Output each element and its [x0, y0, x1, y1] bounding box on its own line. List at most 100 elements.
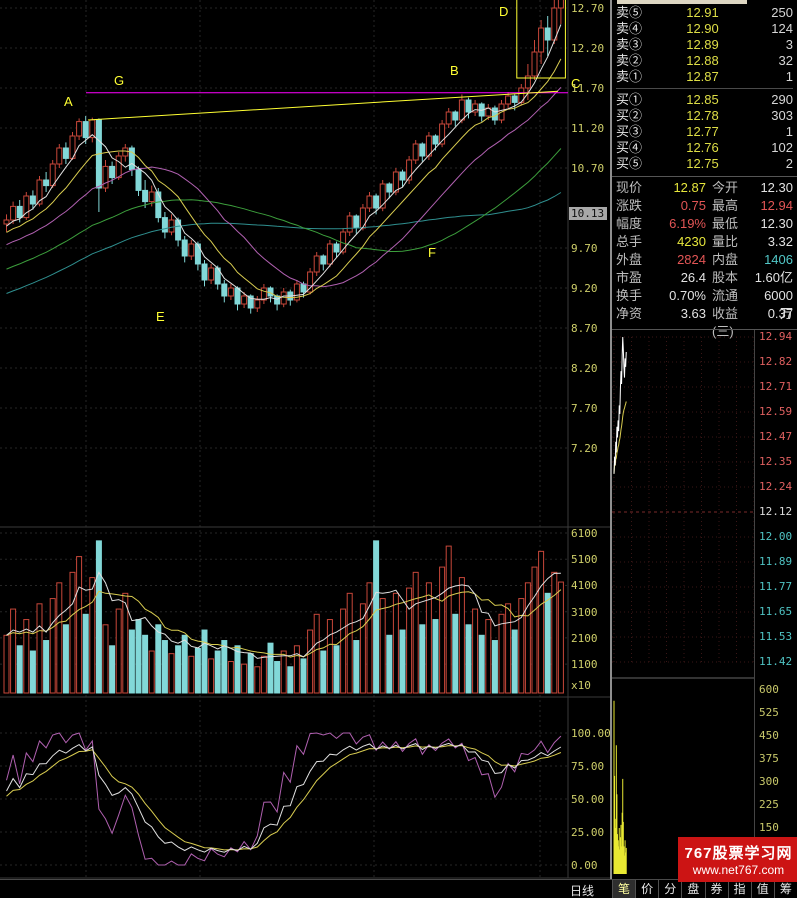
- tab-zhi[interactable]: 指: [728, 880, 751, 898]
- stat-value: 2824: [656, 251, 706, 269]
- bid1-qty: 290: [749, 92, 793, 108]
- watermark: 767股票学习网 www.net767.com: [678, 837, 797, 882]
- svg-text:B: B: [450, 63, 459, 78]
- ask2-label: 卖②: [616, 53, 656, 69]
- stat-value: 0.37: [754, 305, 793, 323]
- stat-label: 流通: [712, 287, 754, 305]
- axis-tick-label: 4100: [571, 579, 609, 592]
- stat-label: 收益(三): [712, 305, 754, 323]
- bid4-price: 12.76: [656, 140, 749, 156]
- stat-label: 净资: [616, 305, 656, 323]
- bid2-price: 12.78: [656, 108, 749, 124]
- tab-chou[interactable]: 筹: [774, 880, 797, 898]
- watermark-site-name: 767股票学习网: [684, 842, 792, 863]
- ask1-label: 卖①: [616, 69, 656, 85]
- stat-value: 6000万: [754, 287, 793, 305]
- minute-axis-tick-label: 150: [759, 821, 797, 834]
- stat-label: 现价: [616, 179, 656, 197]
- tab-pan[interactable]: 盘: [681, 880, 704, 898]
- ask1-price: 12.87: [656, 69, 749, 85]
- ask2-qty: 32: [749, 53, 793, 69]
- stat-value: 3.63: [656, 305, 706, 323]
- ask-row-3: 卖③ 12.89 3: [616, 37, 793, 53]
- stat-label: 涨跌: [616, 197, 656, 215]
- tab-quan[interactable]: 券: [705, 880, 728, 898]
- bid2-qty: 303: [749, 108, 793, 124]
- ask3-price: 12.89: [656, 37, 749, 53]
- svg-text:D: D: [499, 4, 508, 19]
- minute-axis-tick-label: 12.59: [759, 405, 797, 418]
- order-book: 卖⑤ 12.91 250 卖④ 12.90 124 卖③ 12.89 3 卖② …: [612, 5, 797, 172]
- daily-chart-area[interactable]: AGBCDEF: [0, 0, 612, 880]
- svg-text:A: A: [64, 94, 73, 109]
- kline-volume-kdj-chart[interactable]: AGBCDEF: [0, 0, 612, 880]
- bid1-price: 12.85: [656, 92, 749, 108]
- bid5-qty: 2: [749, 156, 793, 172]
- axis-tick-label: 8.70: [571, 322, 609, 335]
- minute-axis-tick-label: 12.94: [759, 330, 797, 343]
- minute-price-volume-chart[interactable]: [612, 330, 755, 878]
- bid1-label: 买①: [616, 92, 656, 108]
- stock-terminal-window: AGBCDEF 12.7012.2011.7011.2010.709.709.2…: [0, 0, 797, 898]
- axis-tick-label: 1100: [571, 658, 609, 671]
- stats-row: 净资3.63 收益(三)0.37: [616, 305, 793, 323]
- axis-tick-label: 25.00: [571, 826, 609, 839]
- ask-row-2: 卖② 12.88 32: [616, 53, 793, 69]
- minute-axis-tick-label: 225: [759, 798, 797, 811]
- minute-axis-tick-label: 525: [759, 706, 797, 719]
- minute-axis-tick-label: 11.42: [759, 655, 797, 668]
- bid5-label: 买⑤: [616, 156, 656, 172]
- bid5-price: 12.75: [656, 156, 749, 172]
- stats-row: 总手4230 量比3.32: [616, 233, 793, 251]
- stats-row: 现价12.87 今开12.30: [616, 179, 793, 197]
- minute-axis-tick-label: 600: [759, 683, 797, 696]
- stat-value: 4230: [656, 233, 706, 251]
- stat-value: 12.30: [754, 215, 793, 233]
- panel-divider: [612, 176, 797, 177]
- axis-tick-label: 11.70: [571, 82, 609, 95]
- minute-axis-tick-label: 12.82: [759, 355, 797, 368]
- bid2-label: 买②: [616, 108, 656, 124]
- svg-text:G: G: [114, 73, 124, 88]
- ask-row-4: 卖④ 12.90 124: [616, 21, 793, 37]
- bid3-qty: 1: [749, 124, 793, 140]
- axis-tick-label: 7.70: [571, 402, 609, 415]
- stat-value: 3.32: [754, 233, 793, 251]
- svg-text:E: E: [156, 309, 165, 324]
- axis-tick-label: 12.70: [571, 2, 609, 15]
- axis-tick-label: 9.70: [571, 242, 609, 255]
- svg-text:F: F: [428, 245, 436, 260]
- view-tab-strip: 笔 价 分 盘 券 指 值 筹: [612, 880, 797, 898]
- bid4-label: 买④: [616, 140, 656, 156]
- minute-axis-tick-label: 12.12: [759, 505, 797, 518]
- bid-row-2: 买② 12.78 303: [616, 108, 793, 124]
- tab-bi[interactable]: 笔: [612, 880, 635, 898]
- tab-jia[interactable]: 价: [635, 880, 658, 898]
- stat-label: 内盘: [712, 251, 754, 269]
- ask1-qty: 1: [749, 69, 793, 85]
- intraday-chart[interactable]: 12.9412.8212.7112.5912.4712.3512.2412.12…: [612, 330, 797, 878]
- ask5-label: 卖⑤: [616, 5, 656, 21]
- ask3-label: 卖③: [616, 37, 656, 53]
- tab-value[interactable]: 值: [751, 880, 774, 898]
- minute-axis-tick-label: 450: [759, 729, 797, 742]
- stat-label: 市盈: [616, 269, 656, 287]
- bid3-label: 买③: [616, 124, 656, 140]
- bid-row-3: 买③ 12.77 1: [616, 124, 793, 140]
- ask3-qty: 3: [749, 37, 793, 53]
- stat-value: 1.60亿: [754, 269, 793, 287]
- stat-value: 0.75: [656, 197, 706, 215]
- stat-label: 最低: [712, 215, 754, 233]
- minute-axis-tick-label: 11.65: [759, 605, 797, 618]
- ask4-label: 卖④: [616, 21, 656, 37]
- stat-value: 26.4: [656, 269, 706, 287]
- tab-fen[interactable]: 分: [658, 880, 681, 898]
- bid3-price: 12.77: [656, 124, 749, 140]
- stat-value: 0.70%: [656, 287, 706, 305]
- minute-axis-tick-label: 12.71: [759, 380, 797, 393]
- tab-daily-period[interactable]: 日线: [570, 882, 594, 898]
- minute-axis-tick-label: 375: [759, 752, 797, 765]
- axis-tick-label: 2100: [571, 632, 609, 645]
- quote-panel: 卖⑤ 12.91 250 卖④ 12.90 124 卖③ 12.89 3 卖② …: [610, 0, 797, 898]
- axis-tick-label: x10: [571, 679, 609, 692]
